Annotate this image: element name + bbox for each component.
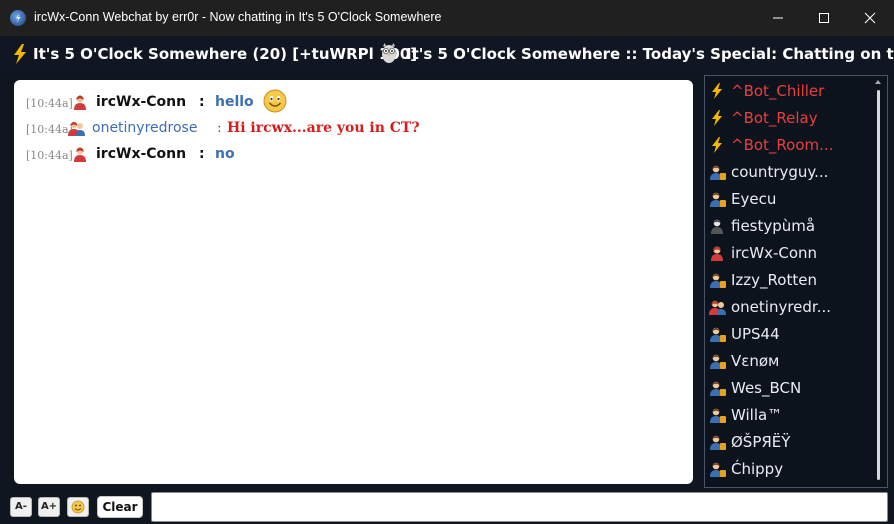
male-user-icon (709, 353, 727, 373)
room-info: It's 5 O'Clock Somewhere (20) [+tuWRPl 1… (33, 45, 418, 63)
smiley-icon (263, 89, 287, 117)
lightning-icon (709, 83, 725, 103)
user-list-item[interactable]: countryguy... (705, 159, 865, 186)
user-nick: ^Bot_Room... (731, 136, 834, 154)
lightning-icon (709, 137, 725, 157)
message-text: no (215, 146, 235, 162)
message-separator: : (199, 94, 205, 110)
female-user-icon (72, 94, 88, 114)
user-list-item[interactable]: ^Bot_Room... (705, 132, 865, 159)
scroll-up-icon[interactable] (875, 80, 881, 84)
message-timestamp: [10:44a] (26, 123, 73, 136)
minimize-button[interactable] (755, 0, 801, 36)
user-nick: onetinyredr... (731, 298, 832, 316)
user-list-item[interactable]: ^Bot_Chiller (705, 78, 865, 105)
message-separator: : (217, 120, 222, 136)
lightning-icon (709, 110, 725, 130)
owl-icon (380, 42, 398, 68)
male-user-icon (709, 380, 727, 400)
globe-app-icon (10, 10, 26, 26)
user-list[interactable]: ^Bot_Chiller ^Bot_Relay ^Bot_Room... cou… (704, 75, 888, 488)
male-user-icon (709, 191, 727, 211)
input-bar: A- A+ Clear (0, 490, 894, 524)
user-nick: fiestypùmå (731, 217, 816, 235)
user-list-item[interactable]: onetinyredr... (705, 294, 865, 321)
decrease-font-button[interactable]: A- (10, 497, 32, 517)
close-button[interactable] (847, 0, 893, 36)
female-user-icon (709, 245, 727, 265)
user-list-item[interactable]: ^Bot_Relay (705, 105, 865, 132)
message-nick[interactable]: ircWx-Conn (96, 94, 186, 110)
message-text: hello (215, 94, 254, 110)
male-user-icon (709, 407, 727, 427)
female-male-user-icon (68, 120, 86, 140)
user-list-item[interactable]: Vεnøм (705, 348, 865, 375)
male-user-icon (709, 461, 727, 481)
message-nick[interactable]: ircWx-Conn (96, 146, 186, 162)
close-icon (864, 12, 876, 24)
increase-font-button[interactable]: A+ (38, 497, 60, 517)
user-nick: countryguy... (731, 163, 829, 181)
topic-text: It's 5 O'Clock Somewhere :: Today's Spec… (406, 45, 894, 63)
user-list-item[interactable]: ircWx-Conn (705, 240, 865, 267)
message-text: Hi ircwx...are you in CT? (227, 120, 420, 136)
user-list-item[interactable]: Wes_BCN (705, 375, 865, 402)
user-nick: Ćhippy (731, 460, 784, 478)
user-list-item[interactable]: UPS44 (705, 321, 865, 348)
user-nick: UPS44 (731, 325, 780, 343)
user-list-item[interactable]: Ćhippy (705, 456, 865, 483)
maximize-icon (819, 13, 829, 23)
male-user-icon (709, 434, 727, 454)
window-title-bar: ircWx-Conn Webchat by err0r - Now chatti… (0, 0, 894, 36)
user-nick: ØŠPЯËŸ (731, 433, 791, 451)
clear-button[interactable]: Clear (97, 496, 143, 518)
user-nick: Wes_BCN (731, 379, 802, 397)
lightning-icon (12, 44, 28, 68)
message-separator: : (199, 146, 205, 162)
minimize-icon (773, 17, 783, 19)
window-title: ircWx-Conn Webchat by err0r - Now chatti… (34, 10, 442, 24)
female-user-icon (72, 146, 88, 166)
message-timestamp: [10:44a] (26, 149, 73, 162)
user-list-item[interactable]: Willa™ (705, 402, 865, 429)
chat-log[interactable]: [10:44a] ircWx-Conn : hello [10:44a] one… (14, 80, 693, 484)
scrollbar-thumb[interactable] (877, 90, 880, 480)
user-list-item[interactable]: Izzy_Rotten (705, 267, 865, 294)
male-user-icon (709, 272, 727, 292)
user-list-item[interactable]: Eyecu (705, 186, 865, 213)
male-user-icon (709, 164, 727, 184)
female-male-user-icon (709, 299, 727, 319)
topic-bar: It's 5 O'Clock Somewhere (20) [+tuWRPl 1… (0, 36, 894, 72)
smiley-icon (71, 500, 85, 514)
message-timestamp: [10:44a] (26, 97, 73, 110)
user-nick: ^Bot_Chiller (731, 82, 825, 100)
user-list-item[interactable]: ØŠPЯËŸ (705, 429, 865, 456)
emoticon-button[interactable] (67, 497, 89, 517)
message-input[interactable] (151, 492, 888, 522)
user-nick: Izzy_Rotten (731, 271, 817, 289)
neutral-user-icon (709, 218, 727, 238)
user-list-scrollbar[interactable] (873, 78, 883, 484)
user-list-item[interactable]: fiestypùmå (705, 213, 865, 240)
user-nick: ircWx-Conn (731, 244, 818, 262)
user-nick: Eyecu (731, 190, 777, 208)
maximize-button[interactable] (801, 0, 847, 36)
user-nick: Willa™ (731, 406, 783, 424)
user-nick: ^Bot_Relay (731, 109, 818, 127)
message-nick[interactable]: onetinyredrose (92, 120, 197, 136)
user-nick: Vεnøм (731, 352, 780, 370)
male-user-icon (709, 326, 727, 346)
